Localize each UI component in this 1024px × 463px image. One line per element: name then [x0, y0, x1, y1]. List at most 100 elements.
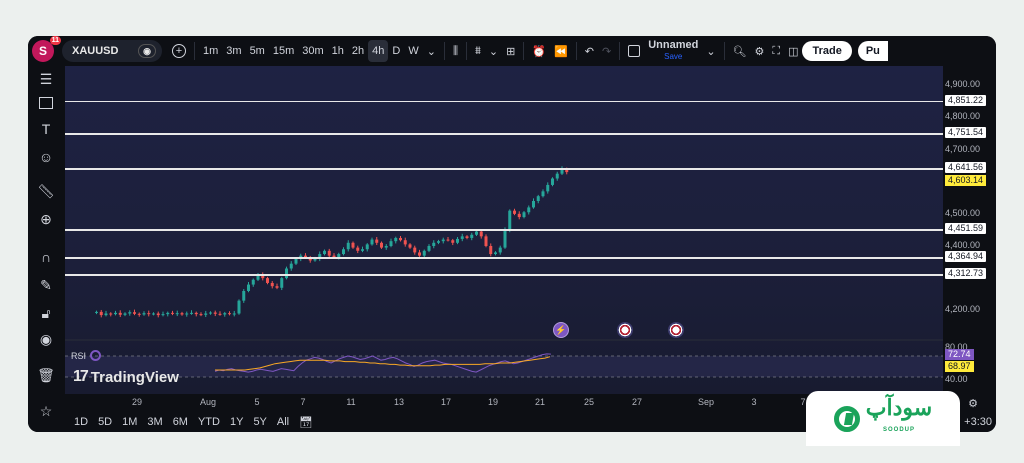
trade-button[interactable]: Trade	[802, 41, 852, 61]
candle-body	[242, 291, 246, 301]
undo-icon: ↶	[584, 45, 594, 58]
interval-1h[interactable]: 1h	[328, 40, 348, 62]
horizontal-level-line[interactable]	[65, 133, 943, 135]
compare-symbol-button[interactable]: +	[168, 40, 190, 62]
candle-body	[446, 239, 450, 241]
horizontal-level-line[interactable]	[65, 274, 943, 276]
watchlist-favorites-button[interactable]: ☆	[34, 400, 58, 422]
plus-circle-icon: +	[172, 44, 186, 58]
layout-toggle-button[interactable]	[624, 40, 644, 62]
range-3m[interactable]: 3M	[142, 416, 167, 428]
go-to-date-button[interactable]: 📅︎	[294, 416, 318, 429]
redo-button[interactable]: ↷	[598, 40, 615, 62]
replay-button[interactable]: ⏪	[550, 40, 572, 62]
interval-4h[interactable]: 4h	[368, 40, 389, 62]
us-flag-event-icon[interactable]	[668, 322, 684, 338]
level-price-label[interactable]: 4,751.54	[945, 127, 987, 138]
layout-dropdown-button[interactable]: ⌄	[702, 40, 719, 62]
price-axis[interactable]: 4,900.00 4,800.00 4,700.00 4,500.00 4,400.00…	[943, 66, 996, 394]
level-price-label[interactable]: 4,451.59	[945, 223, 987, 235]
undo-button[interactable]: ↶	[581, 40, 598, 62]
rsi-settings-icon[interactable]	[90, 350, 102, 361]
candle-body	[109, 313, 113, 315]
price-tick-label: 4,400.00	[945, 240, 981, 250]
measure-tool-button[interactable]: 📏︎	[34, 180, 58, 202]
level-price-label[interactable]: 4,851.22	[945, 94, 987, 106]
candle-body	[289, 263, 293, 269]
zoom-tool-button[interactable]: ⊕	[34, 208, 58, 230]
lock-drawings-button[interactable]: 🔓︎	[34, 302, 58, 324]
brand-name: سودآپ	[865, 394, 933, 420]
time-tick-label: 19	[487, 397, 499, 407]
earnings-event-icon[interactable]: ⚡	[553, 322, 569, 338]
symbol-search-button[interactable]: XAUUSD ◉	[62, 40, 162, 62]
chart-pane[interactable]: RSI 17 TradingView ⚡	[65, 66, 943, 394]
time-tick-label: 7	[300, 397, 306, 407]
range-all[interactable]: All	[272, 416, 294, 428]
interval-30m[interactable]: 30m	[298, 40, 327, 62]
layouts-button[interactable]: ⊞	[502, 40, 519, 62]
level-price-label[interactable]: 4,641.56	[945, 162, 987, 174]
horizontal-level-line[interactable]	[65, 229, 943, 231]
user-avatar[interactable]: S 11	[32, 36, 61, 62]
range-5y[interactable]: 5Y	[248, 416, 271, 428]
candle-body	[418, 252, 421, 256]
range-1m[interactable]: 1M	[117, 416, 142, 428]
range-1y[interactable]: 1Y	[225, 416, 248, 428]
alert-button[interactable]: ⏰	[528, 40, 550, 62]
remove-drawings-button[interactable]: 🗑︎	[34, 364, 58, 386]
candle-body	[104, 313, 108, 316]
eye-icon[interactable]: ◉	[138, 44, 156, 58]
candle-body	[384, 246, 388, 248]
chevron-down-icon: ⌄	[426, 45, 436, 58]
interval-5m[interactable]: 5m	[246, 40, 269, 62]
settings-button[interactable]: ⚙	[751, 40, 769, 62]
fib-tool-button[interactable]: ☰	[34, 68, 58, 90]
range-1d[interactable]: 1D	[69, 416, 93, 428]
candle-body	[551, 178, 554, 185]
indicators-button[interactable]: ⩩	[471, 40, 485, 62]
fullscreen-icon: ⛶	[772, 44, 781, 57]
quick-search-button[interactable]: 🔍︎	[729, 40, 751, 62]
fullscreen-button[interactable]: ⛶	[768, 40, 784, 62]
text-tool-button[interactable]: T	[34, 118, 58, 140]
us-flag-event-icon[interactable]	[617, 322, 633, 338]
candle-body	[555, 173, 559, 179]
snapshot-button[interactable]: ◫	[784, 40, 802, 62]
interval-3m[interactable]: 3m	[222, 40, 245, 62]
interval-1m[interactable]: 1m	[199, 40, 222, 62]
interval-dropdown-button[interactable]: ⌄	[423, 40, 440, 62]
draw-mode-button[interactable]: ✎	[34, 274, 58, 296]
icons-tool-button[interactable]: ☺	[34, 146, 58, 168]
interval-15m[interactable]: 15m	[269, 40, 298, 62]
magnet-tool-button[interactable]: ∩	[34, 246, 58, 268]
hide-drawings-button[interactable]: ◉	[34, 328, 58, 350]
interval-D[interactable]: D	[388, 40, 404, 62]
brand-text-block: سودآپ SOODUP	[865, 394, 933, 441]
timezone-label[interactable]: +3:30	[959, 416, 996, 428]
horizontal-level-line[interactable]	[65, 257, 943, 259]
candle-body	[166, 312, 170, 315]
level-price-label[interactable]: 4,364.94	[945, 251, 987, 263]
soodup-logo-icon	[833, 405, 860, 432]
range-ytd[interactable]: YTD	[193, 416, 225, 428]
range-5d[interactable]: 5D	[93, 416, 117, 428]
candle-body	[508, 210, 512, 230]
level-price-label[interactable]: 4,312.73	[945, 268, 987, 280]
axis-settings-button[interactable]: ⚙	[963, 394, 983, 412]
layout-name-button[interactable]: Unnamed Save	[644, 40, 702, 62]
rsi-indicator-label[interactable]: RSI	[71, 350, 102, 361]
horizontal-level-line[interactable]	[65, 168, 943, 170]
interval-2h[interactable]: 2h	[348, 40, 368, 62]
shapes-tool-button[interactable]	[34, 92, 58, 114]
candle-body	[327, 250, 331, 256]
candles-style-button[interactable]: ⫼	[449, 40, 462, 62]
indicators-dropdown-button[interactable]: ⌄	[485, 40, 502, 62]
time-tick-label: Aug	[199, 397, 217, 407]
horizontal-level-line[interactable]	[65, 100, 943, 103]
range-6m[interactable]: 6M	[168, 416, 193, 428]
tradingview-watermark: 17 TradingView	[73, 368, 179, 386]
interval-W[interactable]: W	[404, 40, 422, 62]
candle-body	[441, 239, 445, 242]
publish-button[interactable]: Pu	[857, 41, 888, 61]
